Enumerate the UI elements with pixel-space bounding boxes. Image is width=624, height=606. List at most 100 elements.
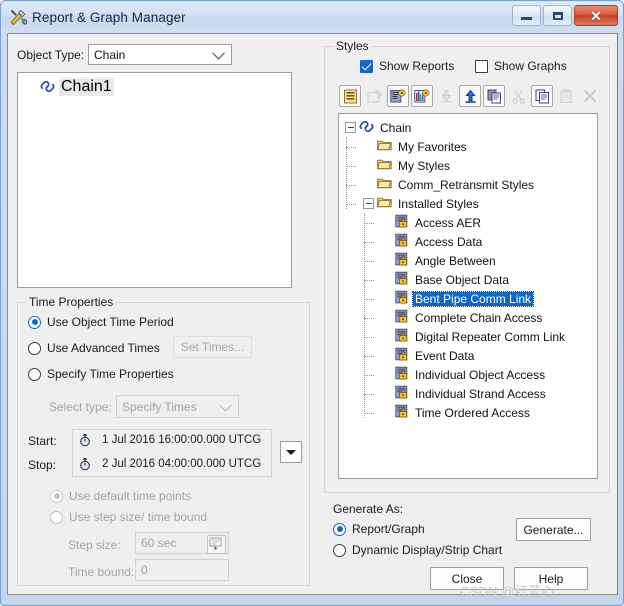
chevron-down-icon	[219, 398, 232, 412]
tree-connector-line	[346, 203, 356, 206]
tree-item-label: Digital Repeater Comm Link	[415, 329, 566, 344]
tree-connector-line	[364, 336, 374, 339]
chain-icon	[359, 120, 374, 136]
time-range-dropdown-button[interactable]	[280, 441, 302, 463]
chain-icon	[40, 80, 55, 93]
radio-use-step-size-time-bound[interactable]: Use step size/ time bound	[50, 510, 207, 524]
set-times-button[interactable]: Set Times...	[173, 336, 252, 358]
tree-item[interactable]: My Favorites	[345, 137, 597, 156]
tree-item-label: Angle Between	[415, 253, 496, 268]
time-bound-value: 0	[141, 563, 148, 577]
object-type-combo[interactable]: Chain	[88, 44, 232, 65]
tree-item[interactable]: My Styles	[345, 156, 597, 175]
duplicate-icon[interactable]	[483, 85, 505, 107]
chevron-down-icon	[212, 46, 225, 60]
step-size-value: 60 sec	[141, 536, 177, 550]
object-type-value: Chain	[94, 47, 126, 62]
tree-item-label: Base Object Data	[415, 272, 510, 287]
paste-icon	[555, 85, 577, 107]
style-icon	[395, 309, 409, 326]
radio-indicator	[28, 315, 41, 329]
checkbox-indicator	[475, 59, 488, 73]
tree-item[interactable]: Individual Object Access	[345, 365, 597, 384]
tree-item[interactable]: Time Ordered Access	[345, 403, 597, 422]
clock-icon	[79, 457, 91, 476]
tree-item-label: Individual Object Access	[415, 367, 546, 382]
radio-dynamic-display-strip-chart[interactable]: Dynamic Display/Strip Chart	[333, 543, 502, 557]
tree-expander-minus-icon[interactable]	[363, 198, 374, 209]
step-size-input[interactable]: 60 sec	[135, 532, 229, 554]
tree-item[interactable]: Chain	[345, 118, 597, 137]
tree-connector-line	[364, 241, 374, 244]
time-properties-group: Time Properties Use Object Time Period U…	[17, 295, 310, 586]
tree-connector-line	[364, 260, 374, 263]
tree-item[interactable]: Complete Chain Access	[345, 308, 597, 327]
checkbox-show-reports[interactable]: Show Reports	[360, 59, 454, 73]
report-graph-manager-window: Report & Graph Manager ✕ Object Type: Ch…	[0, 0, 624, 606]
styles-tree-root: Chain My Favorites My Styles Comm_Retransmi…	[339, 114, 597, 478]
tree-item[interactable]: Comm_Retransmit Styles	[345, 175, 597, 194]
step-size-units-button[interactable]	[207, 535, 226, 554]
step-size-label: Step size:	[68, 538, 121, 552]
watermark: CSDN @红蓝心	[460, 584, 555, 599]
checkbox-label: Show Graphs	[494, 59, 567, 73]
style-icon	[395, 233, 409, 250]
window-title: Report & Graph Manager	[32, 9, 186, 25]
tree-connector-line	[364, 298, 374, 301]
object-list[interactable]: Chain1	[17, 72, 292, 288]
styles-tree[interactable]: Chain My Favorites My Styles Comm_Retransmi…	[338, 113, 598, 479]
folder-icon	[377, 177, 392, 192]
maximize-button[interactable]	[543, 5, 572, 26]
time-bound-input[interactable]: 0	[135, 559, 229, 581]
radio-indicator	[333, 543, 346, 557]
radio-label: Report/Graph	[352, 522, 425, 536]
style-icon	[395, 290, 409, 307]
tree-item[interactable]: Angle Between	[345, 251, 597, 270]
tree-item[interactable]: Individual Strand Access	[345, 384, 597, 403]
tree-item-label: Comm_Retransmit Styles	[398, 177, 535, 192]
tree-item[interactable]: Digital Repeater Comm Link	[345, 327, 597, 346]
select-type-combo[interactable]: Specify Times	[116, 395, 239, 418]
radio-use-default-time-points[interactable]: Use default time points	[50, 489, 191, 503]
export-icon[interactable]	[459, 85, 481, 107]
tree-expander-minus-icon[interactable]	[345, 122, 356, 133]
tree-connector-line	[364, 355, 374, 358]
tree-item-label: Chain	[380, 120, 412, 135]
tree-item[interactable]: Access AER	[345, 213, 597, 232]
copy-icon[interactable]	[531, 85, 553, 107]
tree-item[interactable]: Access Data	[345, 232, 597, 251]
tree-item[interactable]: Base Object Data	[345, 270, 597, 289]
styles-toolbar	[339, 85, 603, 107]
tree-item[interactable]: Event Data	[345, 346, 597, 365]
radio-indicator	[50, 510, 63, 524]
checkbox-show-graphs[interactable]: Show Graphs	[475, 59, 567, 73]
radio-report-graph[interactable]: Report/Graph	[333, 522, 425, 536]
tree-item[interactable]: Bent Pipe Comm Link	[345, 289, 597, 308]
title-bar: Report & Graph Manager ✕	[2, 2, 622, 32]
tree-item-label: Individual Strand Access	[415, 386, 546, 401]
new-graph-icon	[363, 85, 385, 107]
radio-specify-time-properties[interactable]: Specify Time Properties	[28, 367, 174, 381]
tree-connector-line	[364, 412, 374, 415]
generate-label: Generate...	[523, 522, 584, 537]
tools-icon	[9, 8, 28, 26]
tree-connector-line	[364, 213, 366, 418]
edit-report-style-icon[interactable]	[387, 85, 409, 107]
clock-icon	[79, 433, 91, 452]
close-button[interactable]: ✕	[574, 5, 618, 26]
tree-item-label: Access Data	[415, 234, 483, 249]
edit-graph-style-icon[interactable]	[411, 85, 433, 107]
minimize-button[interactable]	[512, 5, 541, 26]
style-icon	[395, 214, 409, 231]
generate-button[interactable]: Generate...	[516, 518, 591, 541]
tree-item-label: Complete Chain Access	[415, 310, 543, 325]
stop-value: 2 Jul 2016 04:00:00.000 UTCG	[102, 458, 262, 470]
list-item[interactable]: Chain1	[18, 77, 291, 96]
tree-item[interactable]: Installed Styles	[345, 194, 597, 213]
new-report-icon[interactable]	[339, 85, 361, 107]
cut-icon	[507, 85, 529, 107]
tree-connector-line	[364, 222, 374, 225]
tree-item-label: Bent Pipe Comm Link	[411, 290, 535, 307]
radio-use-object-time-period[interactable]: Use Object Time Period	[28, 315, 174, 329]
radio-use-advanced-times[interactable]: Use Advanced Times	[28, 341, 160, 355]
